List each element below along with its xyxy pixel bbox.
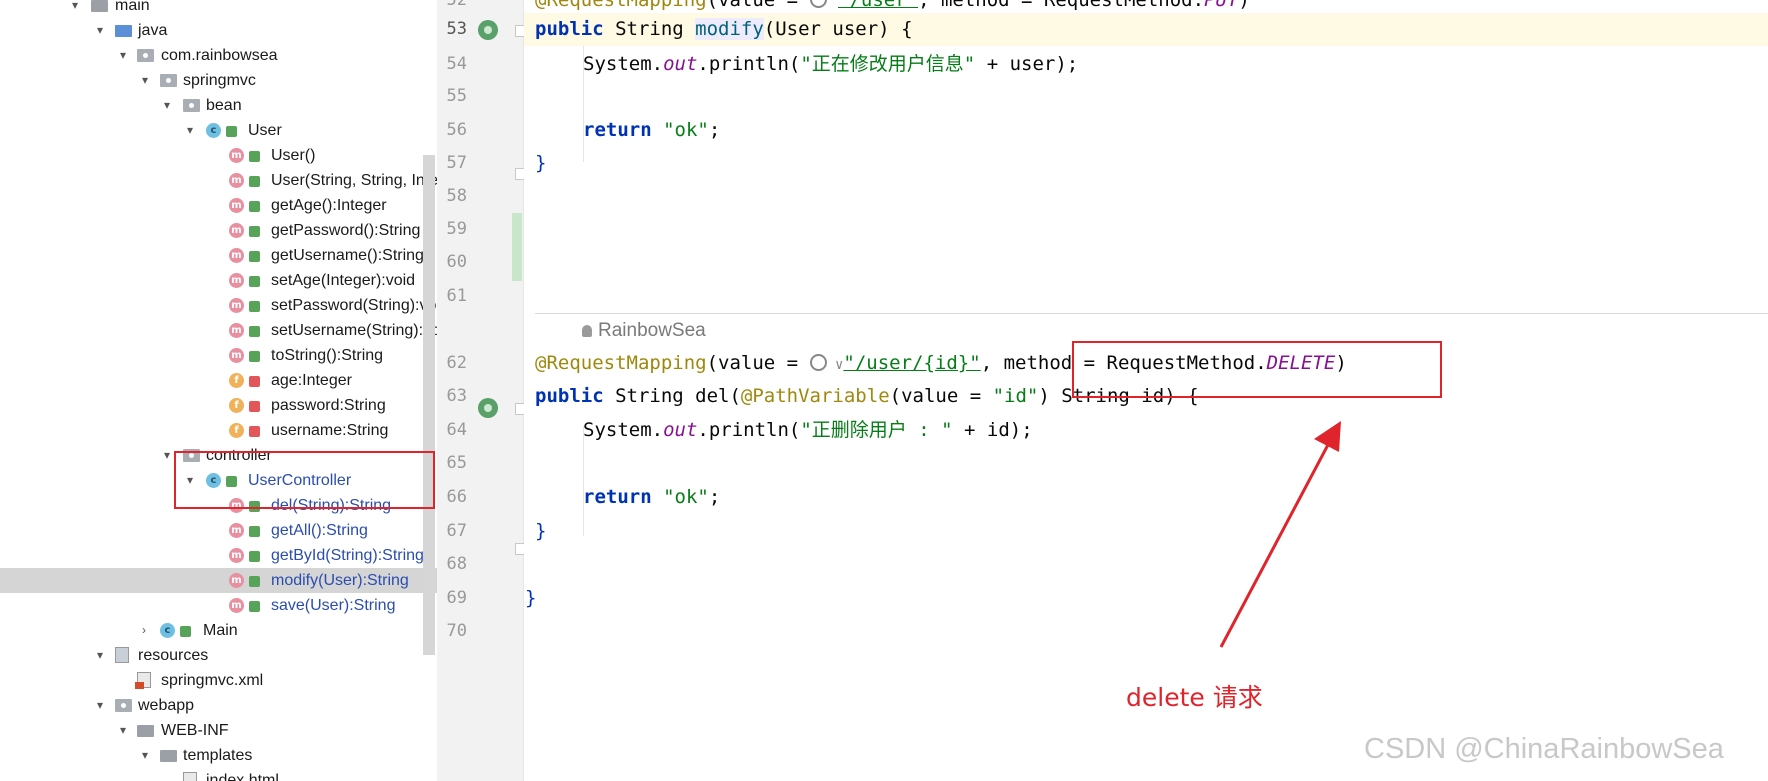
annotation-arrow <box>1219 421 1341 648</box>
watermark: CSDN @ChinaRainbowSea <box>1364 733 1724 765</box>
annotation-label: delete 请求 <box>1126 683 1263 712</box>
arrow-shaft <box>1219 440 1332 648</box>
